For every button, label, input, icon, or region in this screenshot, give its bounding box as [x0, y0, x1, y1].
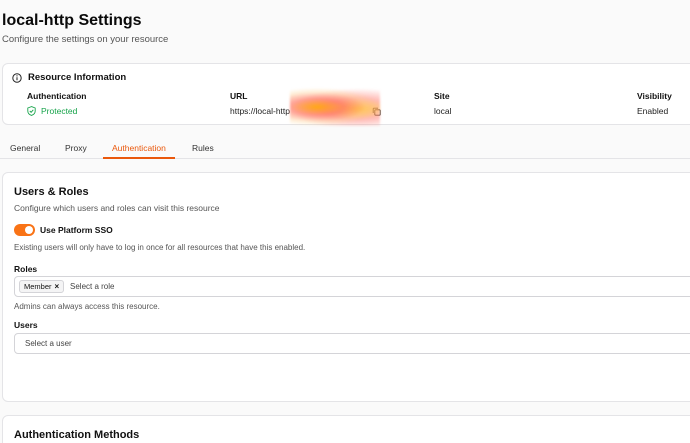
info-col-authentication: Authentication Protected: [27, 91, 87, 116]
role-chip-label: Member: [24, 282, 52, 291]
tab-general[interactable]: General: [10, 143, 40, 153]
active-tab-indicator: [103, 157, 175, 159]
resource-info-title: Resource Information: [28, 72, 127, 83]
info-value-authentication: Protected: [27, 106, 87, 116]
settings-tabs: General Proxy Authentication Rules: [0, 137, 690, 159]
users-roles-title: Users & Roles: [14, 186, 89, 198]
roles-label: Roles: [14, 264, 38, 274]
role-chip-member: Member ×: [19, 280, 65, 293]
info-label-site: Site: [434, 91, 450, 101]
info-icon: [12, 72, 22, 83]
tab-authentication[interactable]: Authentication: [112, 143, 166, 153]
sso-hint: Existing users will only have to log in …: [14, 243, 306, 252]
users-roles-card: Users & Roles Configure which users and …: [2, 172, 690, 402]
remove-chip-icon[interactable]: ×: [55, 282, 60, 291]
users-label: Users: [14, 320, 38, 330]
auth-methods-title: Authentication Methods: [14, 429, 140, 441]
info-label-visibility: Visibility: [637, 91, 672, 101]
admin-hint: Admins can always access this resource.: [14, 302, 160, 311]
platform-sso-label: Use Platform SSO: [40, 225, 113, 235]
redaction-blur: [290, 88, 380, 126]
roles-select[interactable]: Member × Select a role: [14, 276, 690, 297]
users-placeholder[interactable]: Select a user: [25, 339, 72, 348]
info-col-visibility: Visibility Enabled: [637, 91, 672, 116]
auth-methods-card: Authentication Methods: [2, 415, 690, 443]
resource-url[interactable]: https://local-http: [230, 106, 290, 116]
page-title: local-http Settings: [2, 12, 142, 29]
roles-placeholder[interactable]: Select a role: [70, 282, 114, 291]
toggle-knob: [25, 226, 33, 234]
page-subtitle: Configure the settings on your resource: [2, 34, 169, 45]
info-label-authentication: Authentication: [27, 91, 87, 101]
shield-check-icon: [27, 106, 36, 116]
info-value-site: local: [434, 106, 452, 116]
info-col-site: Site local: [434, 91, 451, 116]
info-value-visibility: Enabled: [637, 106, 669, 116]
users-select[interactable]: Select a user: [14, 333, 690, 354]
protected-status: Protected: [41, 106, 78, 116]
users-roles-subtitle: Configure which users and roles can visi…: [14, 203, 220, 213]
platform-sso-toggle[interactable]: [14, 224, 35, 236]
resource-info-header: Resource Information: [12, 72, 126, 83]
tab-rules[interactable]: Rules: [192, 143, 214, 153]
tab-proxy[interactable]: Proxy: [65, 143, 87, 153]
